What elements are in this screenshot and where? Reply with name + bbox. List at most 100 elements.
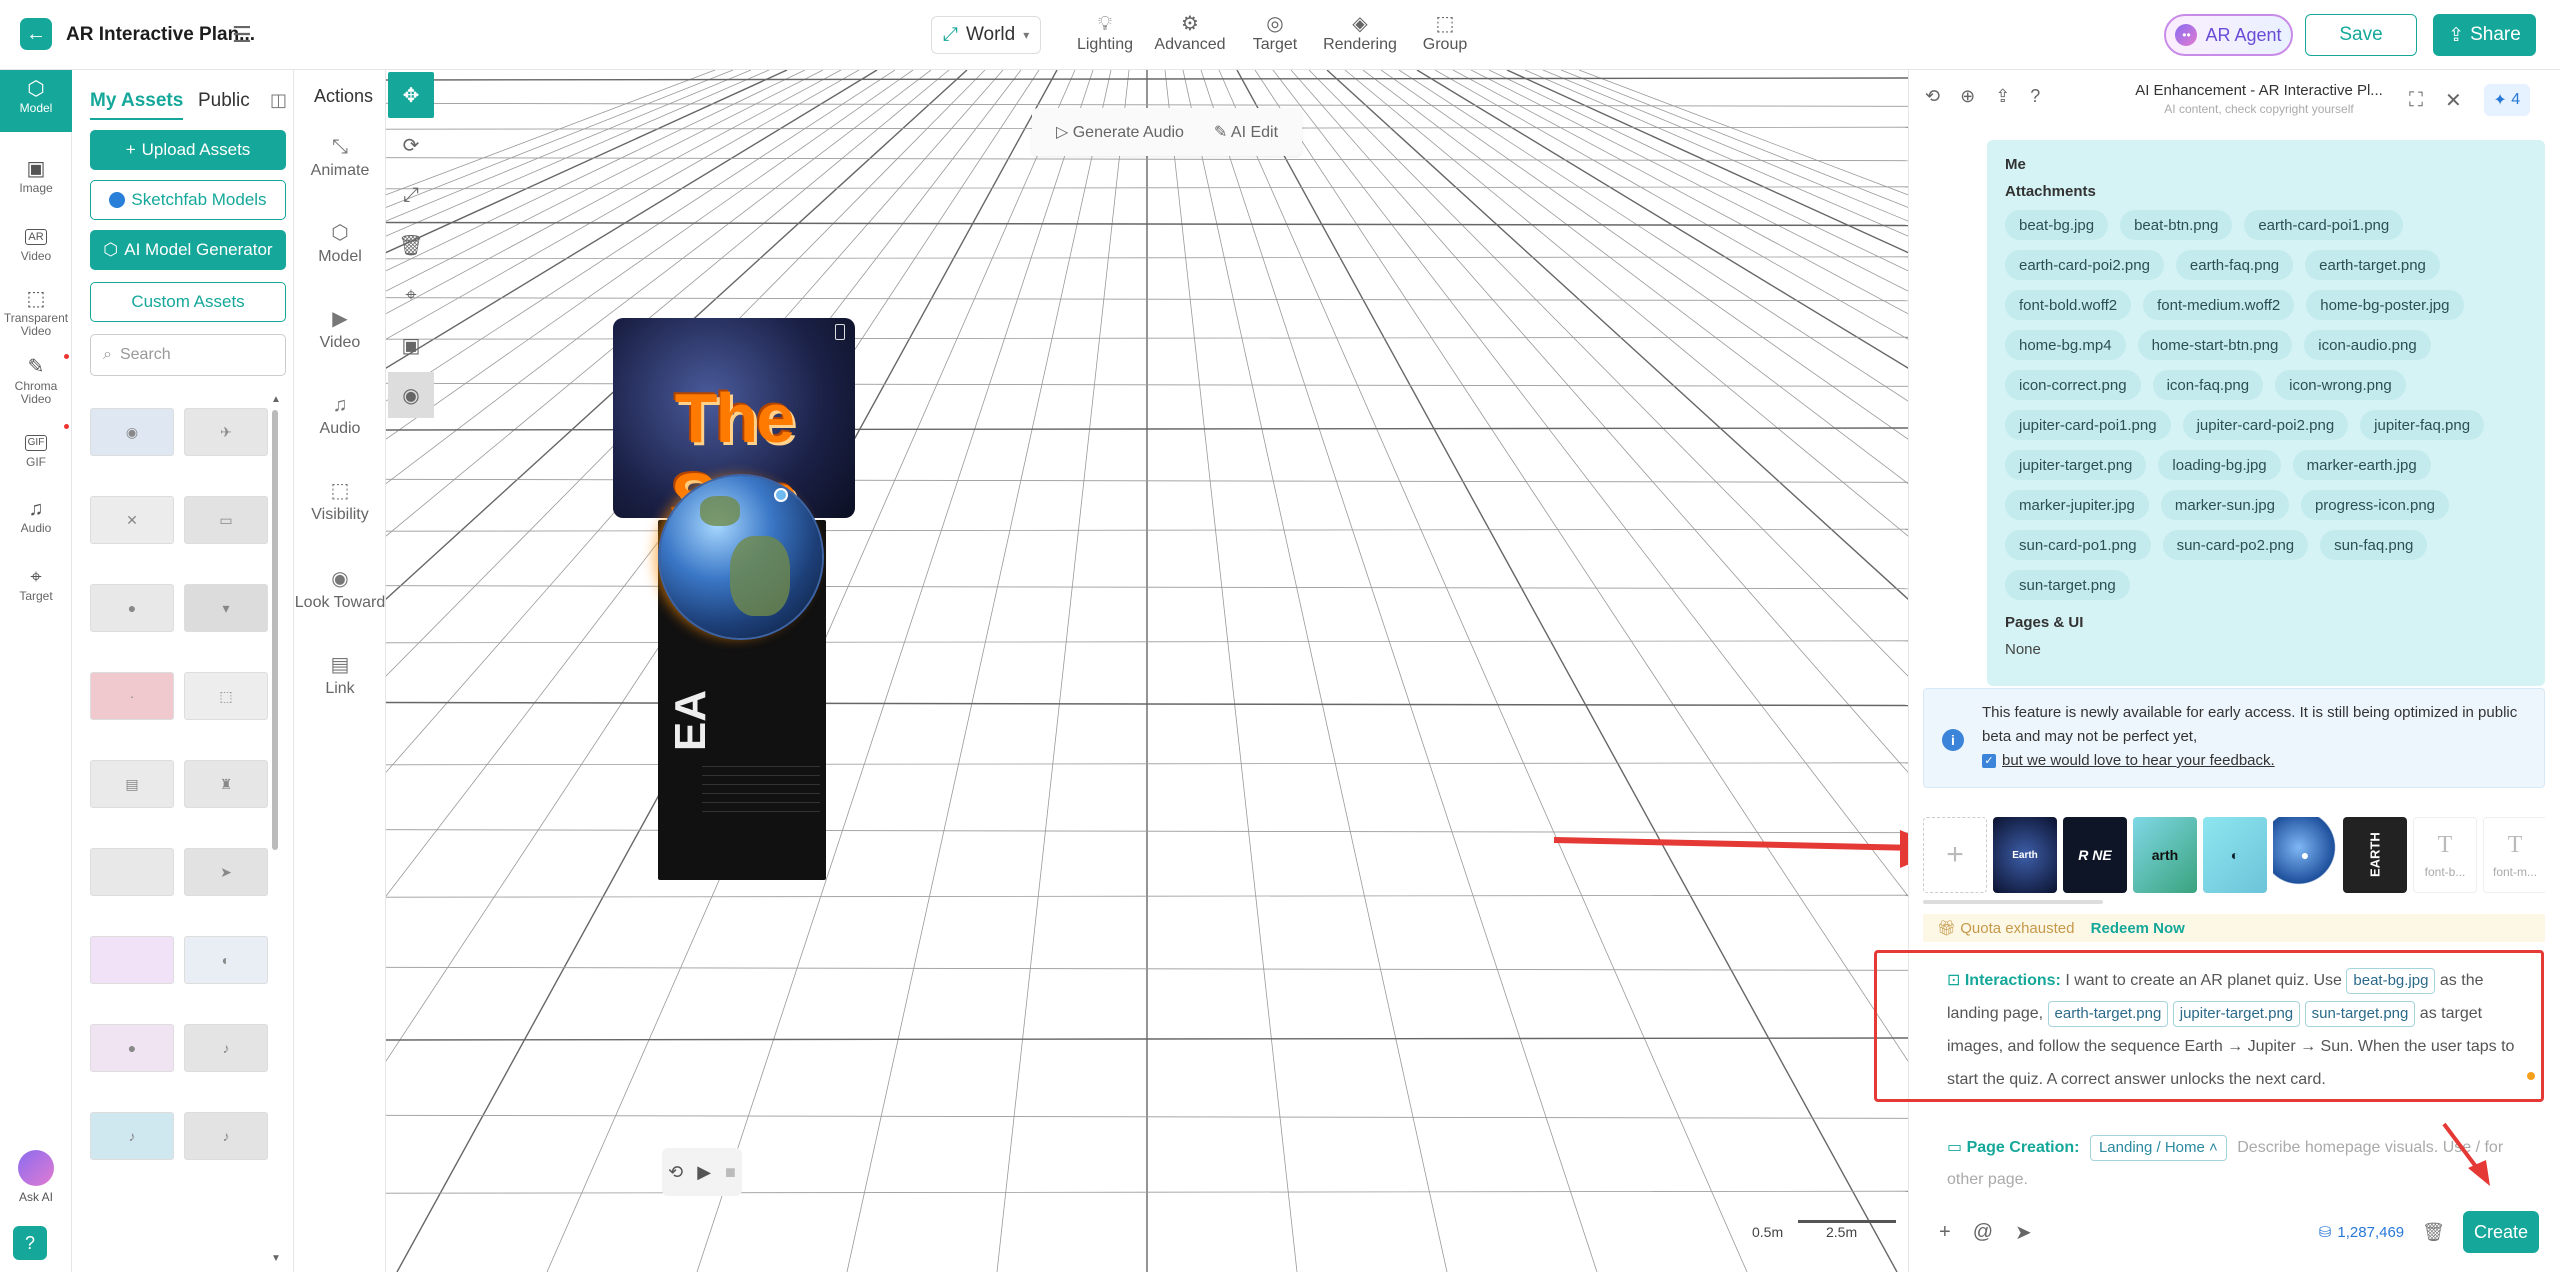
tool-rendering[interactable]: ◈ Rendering: [1315, 12, 1405, 54]
rail-item-video[interactable]: AR Video: [0, 224, 72, 263]
action-video[interactable]: ▶ Video: [294, 304, 386, 352]
rail-item-chroma-video[interactable]: ✎ Chroma Video: [0, 354, 72, 406]
play-icon[interactable]: ▶: [697, 1162, 711, 1183]
asset-thumbnail[interactable]: ▭: [184, 496, 268, 544]
file-tag[interactable]: beat-bg.jpg: [2346, 968, 2436, 994]
sketchfab-models-button[interactable]: Sketchfab Models: [90, 180, 286, 220]
panel-collapse-icon[interactable]: ◫: [270, 90, 287, 111]
attachment-chip[interactable]: progress-icon.png: [2300, 490, 2450, 520]
ai-model-generator-button[interactable]: ⬡ AI Model Generator: [90, 230, 286, 270]
preview-tile[interactable]: Earth: [1993, 817, 2057, 893]
attachment-chip[interactable]: sun-target.png: [2005, 570, 2130, 600]
attachment-chip[interactable]: marker-earth.jpg: [2292, 450, 2431, 480]
preview-tile[interactable]: R NE: [2063, 817, 2127, 893]
scale-tool-icon[interactable]: ⤢: [388, 172, 434, 218]
attachment-chip[interactable]: icon-faq.png: [2152, 370, 2264, 400]
attachment-chip[interactable]: beat-bg.jpg: [2005, 210, 2109, 240]
attachment-chip[interactable]: icon-wrong.png: [2275, 370, 2406, 400]
attachment-chip[interactable]: icon-audio.png: [2304, 330, 2431, 360]
checkbox-icon[interactable]: ✓: [1982, 754, 1996, 769]
cursor-icon[interactable]: ➤: [2015, 1220, 2032, 1245]
attachment-chip[interactable]: sun-card-po1.png: [2005, 530, 2151, 560]
rail-item-model[interactable]: ⬡ Model: [0, 70, 72, 132]
attachment-chip[interactable]: earth-faq.png: [2175, 250, 2294, 280]
attachment-chip[interactable]: jupiter-faq.png: [2360, 410, 2485, 440]
attachment-chip[interactable]: home-bg.mp4: [2005, 330, 2126, 360]
attachment-chip[interactable]: font-bold.woff2: [2005, 290, 2132, 320]
asset-thumbnail[interactable]: [90, 848, 174, 896]
asset-thumbnail[interactable]: ♪: [90, 1112, 174, 1160]
file-tag[interactable]: jupiter-target.png: [2172, 1001, 2301, 1027]
rail-item-gif[interactable]: GIF GIF: [0, 430, 72, 469]
history-icon[interactable]: ⟲: [1925, 86, 1940, 107]
attachment-chip[interactable]: earth-card-poi2.png: [2005, 250, 2164, 280]
close-icon[interactable]: ✕: [2445, 88, 2462, 113]
eye-tool-icon[interactable]: ◉: [388, 372, 434, 418]
tool-target[interactable]: ◎ Target: [1230, 12, 1320, 54]
attachment-chip[interactable]: earth-card-poi1.png: [2244, 210, 2404, 240]
ai-edit-button[interactable]: ✎ AI Edit: [1214, 122, 1278, 142]
3d-viewport[interactable]: ▷ Generate Audio ✎ AI Edit The Sun EA Y …: [386, 70, 1908, 1272]
ask-ai-button[interactable]: Ask AI: [0, 1150, 72, 1204]
asset-thumbnail[interactable]: ♪: [184, 1112, 268, 1160]
new-chat-icon[interactable]: ⊕: [1960, 86, 1975, 107]
credit-badge[interactable]: ✦ 4: [2483, 84, 2530, 116]
action-animate[interactable]: ⤡ Animate: [294, 132, 386, 180]
tab-my-assets[interactable]: My Assets: [90, 90, 184, 120]
rail-item-transparent-video[interactable]: ⬚ Transparent Video: [0, 286, 72, 338]
plus-icon[interactable]: +: [1939, 1221, 1951, 1244]
attachment-chip[interactable]: marker-sun.jpg: [2160, 490, 2289, 520]
hamburger-menu-icon[interactable]: ☰: [232, 22, 252, 48]
asset-thumbnail[interactable]: ✕: [90, 496, 174, 544]
frame-tool-icon[interactable]: ▣: [388, 322, 434, 368]
attachment-chip[interactable]: jupiter-card-poi1.png: [2005, 410, 2171, 440]
attachment-chip[interactable]: home-bg-poster.jpg: [2306, 290, 2464, 320]
file-tag[interactable]: earth-target.png: [2047, 1001, 2169, 1027]
focus-tool-icon[interactable]: ⌖: [388, 272, 434, 318]
page-type-select[interactable]: Landing / Home ˄: [2089, 1135, 2227, 1161]
tool-lighting[interactable]: 💡︎ Lighting: [1060, 12, 1150, 54]
redeem-link[interactable]: Redeem Now: [2091, 920, 2185, 937]
create-button[interactable]: Create: [2463, 1211, 2539, 1253]
rail-item-audio[interactable]: ♫ Audio: [0, 496, 72, 535]
action-visibility[interactable]: ⬚ Visibility: [294, 476, 386, 524]
export-icon[interactable]: ⇪: [1995, 86, 2010, 107]
attachment-chip[interactable]: jupiter-card-poi2.png: [2182, 410, 2349, 440]
asset-thumbnail[interactable]: ▾: [184, 584, 268, 632]
prompt-text[interactable]: ⊡ Interactions: I want to create an AR p…: [1947, 964, 2535, 1096]
asset-thumbnail[interactable]: ●: [90, 584, 174, 632]
tool-advanced[interactable]: ⚙ Advanced: [1145, 12, 1235, 54]
coordinate-space-select[interactable]: ⤢ World ▾: [931, 16, 1041, 54]
font-tile[interactable]: Tfont-b...: [2413, 817, 2477, 893]
attachment-chip[interactable]: icon-correct.png: [2005, 370, 2141, 400]
attachment-chip[interactable]: sun-card-po2.png: [2162, 530, 2309, 560]
action-link[interactable]: ▤ Link: [294, 650, 386, 698]
asset-scrollbar[interactable]: ▲ ▼: [270, 394, 281, 1264]
preview-tile[interactable]: EARTH: [2343, 817, 2407, 893]
save-button[interactable]: Save: [2305, 14, 2417, 56]
rail-item-target[interactable]: ⌖ Target: [0, 564, 72, 603]
preview-tile[interactable]: arth: [2133, 817, 2197, 893]
tool-group[interactable]: ⬚ Group: [1400, 12, 1490, 54]
asset-thumbnail[interactable]: ●: [90, 1024, 174, 1072]
rail-item-image[interactable]: ▣ Image: [0, 156, 72, 195]
expand-icon[interactable]: ⛶: [2409, 89, 2423, 112]
action-look-toward[interactable]: ◉ Look Toward: [294, 564, 386, 612]
delete-tool-icon[interactable]: 🗑︎: [388, 222, 434, 268]
asset-thumbnail[interactable]: ▤: [90, 760, 174, 808]
action-audio[interactable]: ♫ Audio: [294, 390, 386, 438]
custom-assets-button[interactable]: Custom Assets: [90, 282, 286, 322]
add-asset-tile[interactable]: +: [1923, 817, 1987, 893]
earth-planet-model[interactable]: [660, 476, 822, 638]
ar-agent-button[interactable]: •• AR Agent: [2164, 14, 2293, 56]
share-button[interactable]: ⇪ Share: [2433, 14, 2536, 56]
asset-thumbnail[interactable]: ♪: [184, 1024, 268, 1072]
asset-thumbnail[interactable]: ·: [90, 672, 174, 720]
feedback-link[interactable]: but we would love to hear your feedback.: [2002, 752, 2275, 769]
asset-thumbnail[interactable]: ⬚: [184, 672, 268, 720]
move-tool-icon[interactable]: ✥: [388, 72, 434, 118]
gizmo-handle[interactable]: [774, 488, 788, 502]
font-tile[interactable]: Tfont-m...: [2483, 817, 2545, 893]
preview-tile[interactable]: ●: [2273, 817, 2337, 893]
attachment-chip[interactable]: earth-target.png: [2305, 250, 2440, 280]
